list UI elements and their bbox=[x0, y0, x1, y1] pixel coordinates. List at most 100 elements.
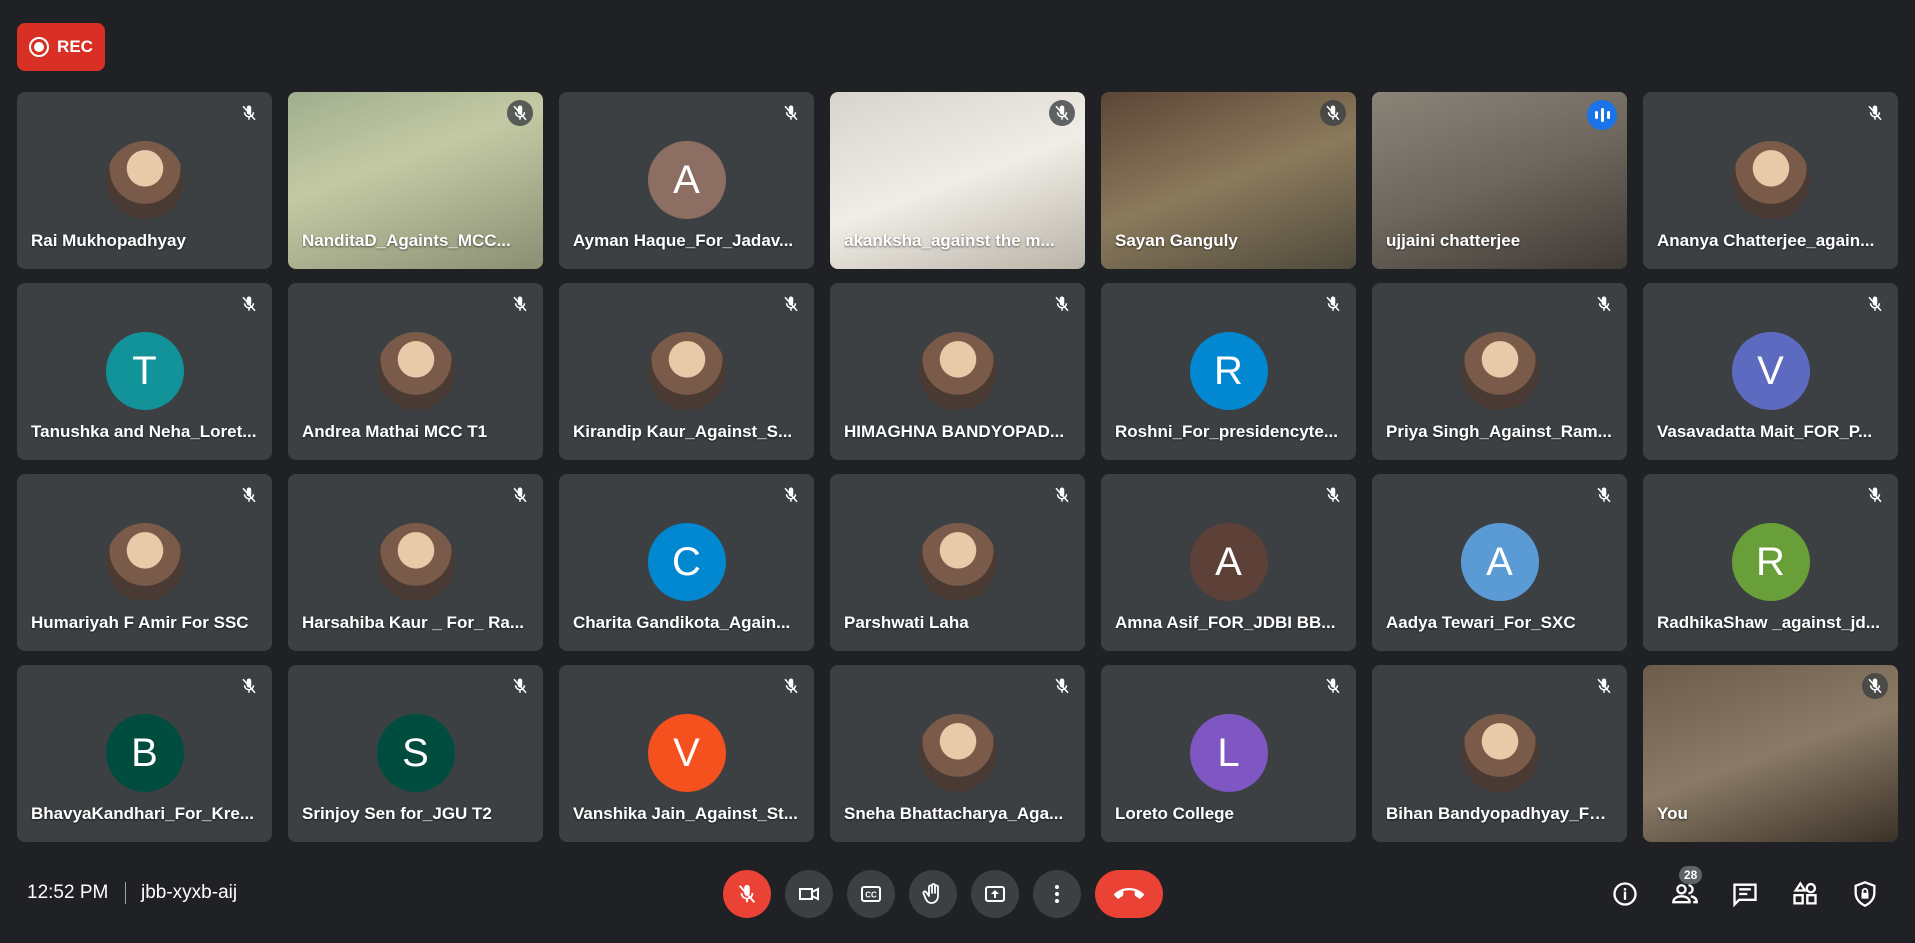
participant-tile[interactable]: Kirandip Kaur_Against_S... bbox=[559, 283, 814, 460]
hangup-icon bbox=[1114, 888, 1144, 899]
participant-tile[interactable]: Harsahiba Kaur _ For_ Ra... bbox=[288, 474, 543, 651]
participant-tile[interactable]: V Vasavadatta Mait_FOR_P... bbox=[1643, 283, 1898, 460]
raise-hand-button[interactable] bbox=[909, 870, 957, 918]
participant-tile[interactable]: R RadhikaShaw _against_jd... bbox=[1643, 474, 1898, 651]
participant-name: HIMAGHNA BANDYOPAD... bbox=[844, 422, 1065, 441]
activities-button[interactable] bbox=[1785, 874, 1825, 914]
participant-tile[interactable]: L Loreto College bbox=[1101, 665, 1356, 842]
chat-button[interactable] bbox=[1725, 874, 1765, 914]
camera-toggle-button[interactable] bbox=[785, 870, 833, 918]
muted-indicator bbox=[236, 482, 262, 508]
mic-off-icon bbox=[1868, 296, 1882, 312]
muted-indicator bbox=[507, 482, 533, 508]
mic-off-icon bbox=[513, 105, 527, 121]
participant-name: Parshwati Laha bbox=[844, 613, 969, 632]
present-screen-button[interactable] bbox=[971, 870, 1019, 918]
participant-name: Ananya Chatterjee_again... bbox=[1657, 231, 1875, 250]
mic-off-icon bbox=[784, 678, 798, 694]
mic-off-icon bbox=[242, 487, 256, 503]
muted-indicator bbox=[236, 673, 262, 699]
participant-name: Loreto College bbox=[1115, 804, 1235, 823]
muted-indicator bbox=[1320, 100, 1346, 126]
mic-off-icon bbox=[1868, 105, 1882, 121]
mic-off-icon bbox=[1326, 296, 1340, 312]
mic-off-icon bbox=[242, 678, 256, 694]
mic-off-icon bbox=[242, 296, 256, 312]
muted-indicator bbox=[1320, 482, 1346, 508]
participant-name: Tanushka and Neha_Loret... bbox=[31, 422, 257, 441]
participant-tile[interactable]: You bbox=[1643, 665, 1898, 842]
meeting-details-button[interactable] bbox=[1605, 874, 1645, 914]
mic-off-icon bbox=[1055, 678, 1069, 694]
avatar: V bbox=[1731, 332, 1810, 410]
meeting-code[interactable]: jbb-xyxb-aij bbox=[141, 882, 237, 904]
participant-name: BhavyaKandhari_For_Kre... bbox=[31, 804, 254, 823]
participant-tile[interactable]: C Charita Gandikota_Again... bbox=[559, 474, 814, 651]
mic-off-icon bbox=[513, 296, 527, 312]
mic-off-icon bbox=[1055, 105, 1069, 121]
muted-indicator bbox=[1591, 673, 1617, 699]
avatar bbox=[376, 332, 455, 410]
participant-tile[interactable]: Bihan Bandyopadhyay_Fo... bbox=[1372, 665, 1627, 842]
participant-name: akanksha_against the m... bbox=[844, 231, 1055, 250]
muted-indicator bbox=[1049, 482, 1075, 508]
avatar bbox=[918, 714, 997, 792]
participant-name: Charita Gandikota_Again... bbox=[573, 613, 791, 632]
participant-name: Roshni_For_presidencyte... bbox=[1115, 422, 1338, 441]
participant-tile[interactable]: Rai Mukhopadhyay bbox=[17, 92, 272, 269]
muted-indicator bbox=[778, 673, 804, 699]
muted-indicator bbox=[507, 673, 533, 699]
muted-indicator bbox=[1862, 100, 1888, 126]
participant-tile[interactable]: A Aadya Tewari_For_SXC bbox=[1372, 474, 1627, 651]
participant-tile[interactable]: akanksha_against the m... bbox=[830, 92, 1085, 269]
microphone-toggle-button[interactable] bbox=[723, 870, 771, 918]
muted-indicator bbox=[1862, 673, 1888, 699]
avatar: R bbox=[1189, 332, 1268, 410]
participant-tile[interactable]: NanditaD_Againts_MCC... bbox=[288, 92, 543, 269]
participant-tile[interactable]: V Vanshika Jain_Against_St... bbox=[559, 665, 814, 842]
people-button[interactable]: 28 bbox=[1665, 866, 1705, 914]
participant-tile[interactable]: HIMAGHNA BANDYOPAD... bbox=[830, 283, 1085, 460]
participant-tile[interactable]: Parshwati Laha bbox=[830, 474, 1085, 651]
muted-indicator bbox=[236, 291, 262, 317]
participant-name: Srinjoy Sen for_JGU T2 bbox=[302, 804, 492, 823]
host-controls-button[interactable] bbox=[1845, 874, 1885, 914]
recording-indicator: REC bbox=[17, 23, 105, 71]
avatar bbox=[105, 141, 184, 219]
participant-count-badge: 28 bbox=[1679, 866, 1703, 884]
participant-tile[interactable]: R Roshni_For_presidencyte... bbox=[1101, 283, 1356, 460]
participant-name: NanditaD_Againts_MCC... bbox=[302, 231, 511, 250]
more-options-button[interactable] bbox=[1033, 870, 1081, 918]
participant-tile[interactable]: Ananya Chatterjee_again... bbox=[1643, 92, 1898, 269]
participant-tile[interactable]: Humariyah F Amir For SSC bbox=[17, 474, 272, 651]
participant-tile[interactable]: T Tanushka and Neha_Loret... bbox=[17, 283, 272, 460]
captions-button[interactable]: CC bbox=[847, 870, 895, 918]
participant-tile[interactable]: S Srinjoy Sen for_JGU T2 bbox=[288, 665, 543, 842]
meeting-time: 12:52 PM bbox=[27, 882, 109, 903]
participant-tile[interactable]: A Ayman Haque_For_Jadav... bbox=[559, 92, 814, 269]
mic-off-icon bbox=[1868, 487, 1882, 503]
participant-tile[interactable]: Sayan Ganguly bbox=[1101, 92, 1356, 269]
hand-icon bbox=[922, 883, 939, 904]
shield-lock-icon bbox=[1854, 881, 1876, 907]
participant-tile[interactable]: Sneha Bhattacharya_Aga... bbox=[830, 665, 1085, 842]
participant-tile[interactable]: Andrea Mathai MCC T1 bbox=[288, 283, 543, 460]
participant-tile[interactable]: A Amna Asif_FOR_JDBI BB... bbox=[1101, 474, 1356, 651]
avatar: C bbox=[647, 523, 726, 601]
participant-name: Amna Asif_FOR_JDBI BB... bbox=[1115, 613, 1336, 632]
cc-icon: CC bbox=[861, 886, 881, 902]
participant-tile[interactable]: B BhavyaKandhari_For_Kre... bbox=[17, 665, 272, 842]
mic-off-icon bbox=[1868, 678, 1882, 694]
participant-tile[interactable]: ujjaini chatterjee bbox=[1372, 92, 1627, 269]
muted-indicator bbox=[1862, 482, 1888, 508]
muted-indicator bbox=[1591, 482, 1617, 508]
participant-grid: Rai Mukhopadhyay NanditaD_Againts_MCC... A… bbox=[17, 92, 1898, 842]
muted-indicator bbox=[236, 100, 262, 126]
participant-name: Vasavadatta Mait_FOR_P... bbox=[1657, 422, 1873, 441]
participant-tile[interactable]: Priya Singh_Against_Ram... bbox=[1372, 283, 1627, 460]
muted-indicator bbox=[1591, 291, 1617, 317]
leave-call-button[interactable] bbox=[1095, 870, 1163, 918]
mic-off-icon bbox=[738, 884, 756, 903]
mic-off-icon bbox=[1326, 105, 1340, 121]
muted-indicator bbox=[507, 100, 533, 126]
